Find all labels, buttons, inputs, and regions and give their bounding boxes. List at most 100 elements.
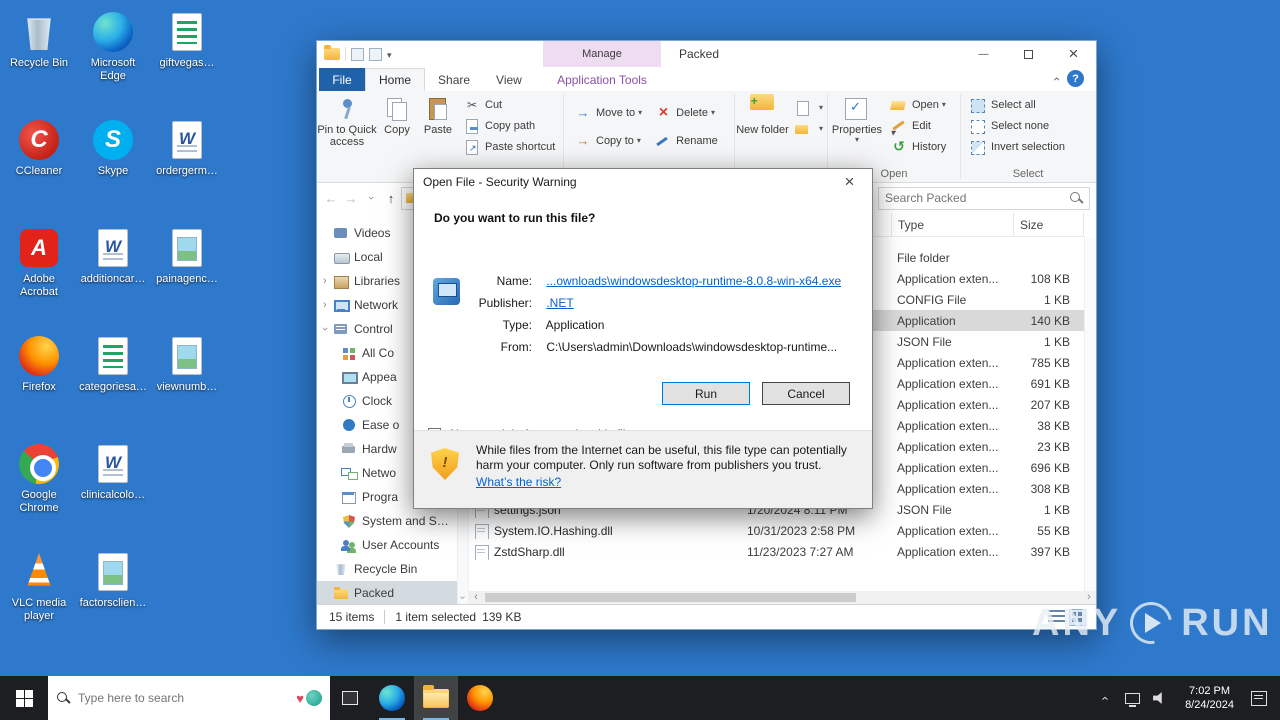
- copy-button[interactable]: Copy: [377, 93, 417, 136]
- forward-button[interactable]: →: [341, 188, 361, 208]
- file-type-cell: Application exten...: [897, 544, 999, 559]
- new-item-button[interactable]: ▾: [790, 97, 827, 118]
- action-center-button[interactable]: [1248, 676, 1270, 720]
- tree-chevron-icon[interactable]: [323, 275, 333, 287]
- column-header-type[interactable]: Type: [891, 213, 1013, 236]
- desktop-icon[interactable]: giftvegas…: [150, 4, 224, 112]
- open-button[interactable]: Open ▾: [886, 94, 950, 115]
- taskbar-search-input[interactable]: [78, 691, 290, 705]
- qat-customize-arrow-icon[interactable]: [387, 47, 392, 61]
- pin-to-quick-access-button[interactable]: Pin to Quick access: [317, 93, 377, 148]
- dialog-field-value[interactable]: Application: [546, 318, 605, 332]
- up-button[interactable]: ↑: [381, 188, 401, 208]
- dialog-field-value[interactable]: C:\Users\admin\Downloads\windowsdesktop-…: [546, 340, 837, 354]
- tab-share[interactable]: Share: [425, 68, 483, 91]
- whats-the-risk-link[interactable]: What’s the risk?: [476, 475, 561, 490]
- tab-view[interactable]: View: [483, 68, 535, 91]
- taskbar-file-explorer-button[interactable]: [414, 676, 458, 720]
- desktop-icon[interactable]: clinicalcolo…: [76, 436, 150, 544]
- column-header-size[interactable]: Size: [1013, 213, 1084, 236]
- horizontal-scrollbar-thumb[interactable]: [485, 593, 857, 602]
- desktop-icon[interactable]: additioncar…: [76, 220, 150, 328]
- desktop-icon[interactable]: Recycle Bin: [2, 4, 76, 112]
- desktop-icon[interactable]: factorsclien…: [76, 544, 150, 652]
- paste-shortcut-button[interactable]: Paste shortcut: [459, 136, 559, 157]
- desktop-icon[interactable]: ordergerm…: [150, 112, 224, 220]
- nav-item[interactable]: System and Se…: [317, 509, 468, 533]
- back-button[interactable]: ←: [321, 188, 341, 208]
- taskbar-firefox-button[interactable]: [458, 676, 502, 720]
- desktop-icon[interactable]: Skype: [76, 112, 150, 220]
- task-view-button[interactable]: [330, 676, 370, 720]
- tab-file[interactable]: File: [319, 68, 365, 91]
- collapse-ribbon-icon[interactable]: [1054, 72, 1058, 86]
- copy-to-button[interactable]: Copy to▾: [570, 130, 646, 151]
- tab-application-tools[interactable]: Application Tools: [543, 68, 661, 91]
- move-to-button[interactable]: Move to▾: [570, 102, 646, 123]
- desktop-icon[interactable]: Google Chrome: [2, 436, 76, 544]
- status-divider: [384, 610, 386, 624]
- select-none-button[interactable]: Select none: [965, 115, 1069, 136]
- anyrun-logo-icon: [1121, 593, 1181, 653]
- show-hidden-icons-chevron[interactable]: [1093, 676, 1115, 720]
- desktop-icon[interactable]: painagenc…: [150, 220, 224, 328]
- qat-properties-icon[interactable]: [351, 47, 364, 61]
- tab-home[interactable]: Home: [365, 68, 426, 91]
- start-button[interactable]: [0, 676, 48, 720]
- nav-scroll-down-icon[interactable]: [458, 592, 468, 604]
- edit-button[interactable]: Edit: [886, 115, 950, 136]
- tree-chevron-icon[interactable]: [323, 299, 333, 311]
- cancel-button[interactable]: Cancel: [762, 382, 850, 405]
- taskbar-edge-button[interactable]: [370, 676, 414, 720]
- desktop-icon[interactable]: categoriesa…: [76, 328, 150, 436]
- dialog-field-value[interactable]: ...ownloads\windowsdesktop-runtime-8.0.8…: [546, 274, 841, 288]
- close-button[interactable]: [1051, 41, 1096, 67]
- search-box[interactable]: [878, 186, 1090, 210]
- file-row[interactable]: ZstdSharp.dll 11/23/2023 7:27 AM Applica…: [469, 541, 1084, 562]
- vertical-scrollbar[interactable]: [1084, 237, 1096, 591]
- new-folder-button[interactable]: New folder: [735, 93, 790, 136]
- invert-selection-button[interactable]: Invert selection: [965, 136, 1069, 157]
- dialog-field-value[interactable]: .NET: [546, 296, 573, 310]
- help-icon[interactable]: ?: [1067, 70, 1084, 87]
- recent-locations-dropdown-icon[interactable]: [361, 188, 381, 208]
- tree-chevron-icon[interactable]: [323, 323, 333, 335]
- nav-item[interactable]: User Accounts: [317, 533, 468, 557]
- history-button[interactable]: History: [886, 136, 950, 157]
- desktop-icon[interactable]: VLC media player: [2, 544, 76, 652]
- rename-button[interactable]: Rename: [650, 130, 722, 151]
- copy-path-button[interactable]: Copy path: [459, 115, 559, 136]
- horizontal-scrollbar[interactable]: ‹ ›: [469, 591, 1096, 604]
- warning-text-line2: harm your computer. Only run software fr…: [476, 458, 822, 472]
- desktop-icon[interactable]: Firefox: [2, 328, 76, 436]
- search-input[interactable]: [879, 191, 1069, 205]
- file-type-cell: File folder: [897, 250, 950, 265]
- run-button[interactable]: Run: [662, 382, 750, 405]
- taskbar-search-box[interactable]: ♥: [48, 676, 330, 720]
- cut-button[interactable]: Cut: [459, 94, 559, 115]
- properties-button[interactable]: Properties: [828, 93, 886, 143]
- search-highlights-graphic[interactable]: ♥: [296, 690, 322, 706]
- maximize-button[interactable]: [1006, 41, 1051, 67]
- nav-item[interactable]: Recycle Bin: [317, 557, 468, 581]
- desktop-icon[interactable]: viewnumb…: [150, 328, 224, 436]
- select-all-button[interactable]: Select all: [965, 94, 1069, 115]
- easy-access-button[interactable]: ▾: [790, 118, 827, 139]
- taskbar-clock[interactable]: 7:02 PM 8/24/2024: [1177, 684, 1242, 712]
- minimize-button[interactable]: [961, 41, 1006, 67]
- desktop-icon[interactable]: Adobe Acrobat: [2, 220, 76, 328]
- paste-button[interactable]: Paste: [417, 93, 459, 136]
- explorer-window-icon[interactable]: [324, 45, 340, 60]
- open-file-security-warning-dialog: Open File - Security Warning Do you want…: [413, 168, 873, 509]
- file-row[interactable]: System.IO.Hashing.dll 10/31/2023 2:58 PM…: [469, 520, 1084, 541]
- nav-item-icon: [333, 586, 349, 600]
- nav-item[interactable]: Packed: [317, 581, 468, 604]
- volume-tray-button[interactable]: [1149, 676, 1171, 720]
- dialog-close-icon[interactable]: [827, 169, 872, 194]
- scroll-left-icon[interactable]: ‹: [469, 591, 483, 604]
- desktop-icon[interactable]: CCleaner: [2, 112, 76, 220]
- delete-button[interactable]: Delete▾: [650, 102, 722, 123]
- desktop-icon[interactable]: Microsoft Edge: [76, 4, 150, 112]
- network-tray-button[interactable]: [1121, 676, 1143, 720]
- qat-new-folder-icon[interactable]: [369, 47, 382, 61]
